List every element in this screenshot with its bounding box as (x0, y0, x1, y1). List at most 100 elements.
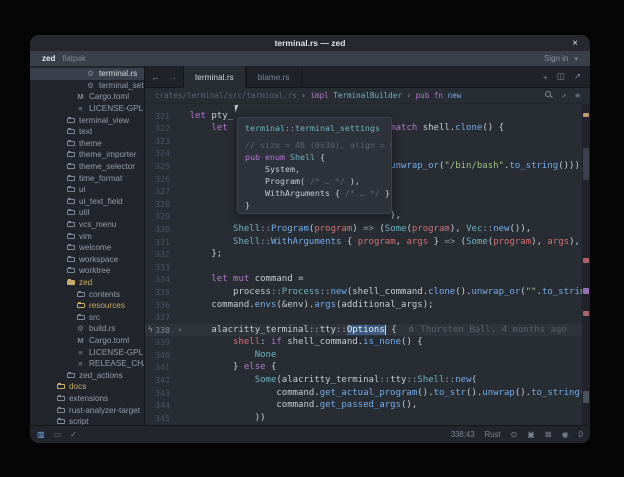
back-icon[interactable]: ← (151, 72, 160, 82)
assistant-panel-icon[interactable]: ⊠ (545, 430, 552, 439)
folder-icon (66, 268, 75, 273)
tree-item-theme-selector[interactable]: theme_selector (30, 161, 144, 173)
editor-scrollbar[interactable] (582, 104, 590, 425)
tree-item-ui-text-field[interactable]: ui_text_field (30, 196, 144, 208)
code-line-330[interactable]: 330 Shell::Program(program) => (Some(pro… (145, 223, 590, 236)
tree-item-terminal-view[interactable]: terminal_view (30, 114, 144, 126)
tree-item-src[interactable]: src (30, 311, 144, 323)
collab-panel-icon[interactable]: ▭ (54, 430, 62, 439)
code-line-339[interactable]: 339 shell: if shell_command.is_none() { (145, 336, 590, 349)
project-panel-icon[interactable]: ▥ (37, 430, 45, 439)
tree-item-zed[interactable]: zed (30, 277, 144, 289)
forward-icon[interactable]: → (168, 72, 177, 82)
line-number: 324 (145, 147, 170, 160)
code-line-337[interactable]: 337 (145, 311, 590, 324)
code-token: process (168, 287, 271, 297)
branch-name[interactable]: flatpak (62, 54, 86, 63)
code-line-340[interactable]: 340 None (145, 349, 590, 362)
chevron-down-icon[interactable]: ▾ (574, 55, 578, 63)
tree-item-resources[interactable]: resources (30, 300, 144, 312)
tree-item-zed-actions[interactable]: zed_actions (30, 369, 144, 381)
tree-item-label: extensions (69, 394, 108, 403)
tree-item-build-rs[interactable]: ⚙build.rs (30, 323, 144, 335)
tree-item-util[interactable]: util (30, 207, 144, 219)
tree-item-terminal-rs[interactable]: ⚙terminal.rs (30, 68, 144, 80)
code-line-342[interactable]: 342 Some(alacritty_terminal::tty::Shell:… (145, 374, 590, 387)
expand-icon[interactable]: ↗ (561, 91, 566, 100)
fold-chevron-icon[interactable]: ▾ (178, 324, 182, 337)
code-token: { (266, 362, 277, 372)
tree-item-vcs-menu[interactable]: vcs_menu (30, 219, 144, 231)
tree-item-vim[interactable]: vim (30, 230, 144, 242)
copilot-icon[interactable]: ⊙ (511, 430, 518, 439)
close-icon[interactable]: × (568, 35, 582, 51)
project-name[interactable]: zed (42, 54, 55, 63)
tree-item-ui[interactable]: ui (30, 184, 144, 196)
controls-icon[interactable]: ≡ (575, 91, 580, 100)
code-token (168, 375, 255, 385)
chat-panel-icon[interactable]: ◉ (562, 430, 569, 439)
tree-item-cargo-toml[interactable]: MCargo.toml (30, 335, 144, 347)
code-line-343[interactable]: 343 command.get_actual_program().to_str(… (145, 387, 590, 400)
code-line-341[interactable]: 341 } else { (145, 361, 590, 374)
project-panel[interactable]: ⚙terminal.rs⚙terminal_settings.rsMCargo.… (30, 66, 145, 425)
code-text: Shell::WithArguments { program, args } =… (168, 237, 580, 247)
code-token: shell_command. (282, 337, 363, 347)
tree-item-release-channel[interactable]: ≡RELEASE_CHANNEL (30, 358, 144, 370)
tree-item-theme-importer[interactable]: theme_importer (30, 149, 144, 161)
new-tab-icon[interactable]: + (543, 72, 548, 82)
language-selector[interactable]: Rust (485, 430, 501, 439)
folder-icon (76, 292, 85, 297)
tree-item-license-gpl[interactable]: ≡LICENSE-GPL (30, 103, 144, 115)
tree-item-script[interactable]: script (30, 416, 144, 425)
code-editor[interactable]: ---321 let pty_322 let match shell.clone… (145, 104, 590, 425)
code-line-336[interactable]: 336 command.envs(&env).args(additional_a… (145, 299, 590, 312)
tree-item-rust-analyzer-target[interactable]: rust-analyzer-target (30, 404, 144, 416)
code-line-345[interactable]: 345 )) (145, 412, 590, 425)
tree-item-label: Cargo.toml (89, 336, 129, 345)
tree-item-theme[interactable]: theme (30, 138, 144, 150)
tree-item-docs[interactable]: docs (30, 381, 144, 393)
tree-item-time-format[interactable]: time_format (30, 172, 144, 184)
zoom-pane-icon[interactable]: ↗ (574, 71, 581, 82)
code-line-334[interactable]: 334 let mut command = (145, 273, 590, 286)
code-token: to_string (531, 388, 580, 398)
code-line-335[interactable]: 335 process::Process::new(shell_command.… (145, 286, 590, 299)
notification-count[interactable]: 0 (579, 430, 583, 439)
tab-terminal-rs[interactable]: terminal.rs (183, 66, 246, 88)
code-token: terminal (245, 123, 285, 133)
tree-item-text[interactable]: text (30, 126, 144, 138)
tree-item-welcome[interactable]: welcome (30, 242, 144, 254)
code-token (397, 325, 408, 335)
code-token: ), (450, 224, 466, 234)
tree-item-label: theme_selector (79, 162, 135, 171)
breadcrumb[interactable]: crates/terminal/src/terminal.rs › impl T… (145, 88, 590, 104)
split-pane-icon[interactable]: ◫ (557, 71, 565, 82)
tree-item-terminal-settings-rs[interactable]: ⚙terminal_settings.rs (30, 80, 144, 92)
tree-item-contents[interactable]: contents (30, 288, 144, 300)
code-token: impl (310, 91, 333, 100)
code-line-344[interactable]: 344 command.get_passed_args(), (145, 399, 590, 412)
sign-in-button[interactable]: Sign in (544, 54, 568, 63)
line-number: 334 (145, 273, 170, 286)
tree-item-workspace[interactable]: workspace (30, 254, 144, 266)
code-token (168, 123, 211, 133)
code-line-332[interactable]: 332 }; (145, 248, 590, 261)
tree-item-license-gpl[interactable]: ≡LICENSE-GPL (30, 346, 144, 358)
search-icon[interactable] (545, 91, 552, 100)
tree-item-worktree[interactable]: worktree (30, 265, 144, 277)
terminal-panel-icon[interactable]: ▣ (527, 430, 535, 439)
folder-icon (76, 303, 85, 308)
title-bar: terminal.rs — zed × (30, 35, 590, 51)
code-token: :: (406, 375, 417, 385)
code-line-331[interactable]: 331 Shell::WithArguments { program, args… (145, 236, 590, 249)
tree-item-cargo-toml[interactable]: MCargo.toml (30, 91, 144, 103)
code-token (168, 350, 255, 360)
cursor-position[interactable]: 338:43 (451, 430, 475, 439)
diagnostics-check-icon[interactable]: ✓ (70, 430, 77, 439)
tab-blame-rs[interactable]: blame.rs (246, 66, 302, 87)
code-action-icon[interactable]: ϟ (148, 324, 153, 337)
code-line-333[interactable]: 333 (145, 261, 590, 274)
code-line-338[interactable]: 338ϟ▾ alacritty_terminal::tty::Options {… (145, 324, 590, 337)
tree-item-extensions[interactable]: extensions (30, 393, 144, 405)
